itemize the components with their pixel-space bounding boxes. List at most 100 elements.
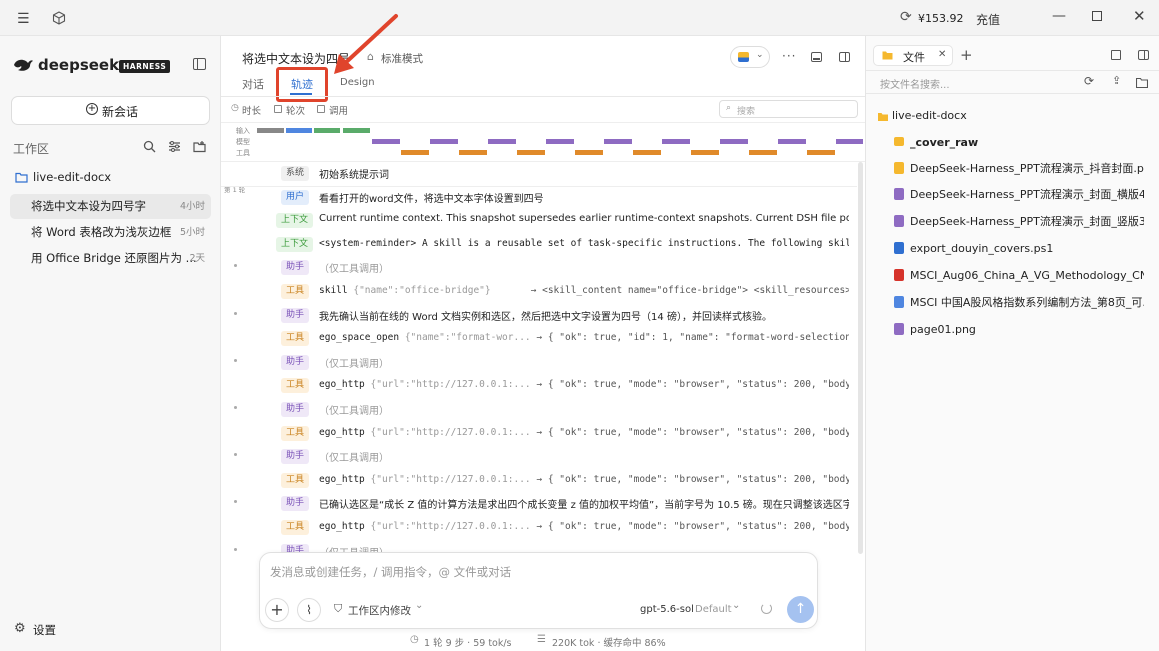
filter-calls[interactable]: 调用 <box>329 103 348 117</box>
trace-row-assistant[interactable]: 助手 （仅工具调用） <box>221 398 857 422</box>
trace-row-assistant[interactable]: 助手 （仅工具调用） <box>221 256 857 280</box>
trace-row-tool[interactable]: 工具 ego_http {"url":"http://127.0.0.1:...… <box>221 374 857 398</box>
shield-icon: ⛉ <box>334 602 343 615</box>
settings-link[interactable]: 设置 <box>33 622 56 638</box>
status-rounds: 1 轮 9 步 · 59 tok/s <box>424 638 512 649</box>
file-item[interactable]: DeepSeek-Harness_PPT流程演示_抖音封面.pptx <box>894 156 1144 182</box>
file-item[interactable]: MSCI 中国A股风格指数系列编制方法_第8页_可... <box>894 290 1144 316</box>
conversation-item-active[interactable]: 将选中文本设为四号字 4小时 <box>10 194 211 219</box>
pptx-file-icon <box>894 162 904 174</box>
tool-args: {"name":"office-bridge"} <box>353 285 491 296</box>
brand-badge: HARNESS <box>119 60 171 73</box>
panel-bottom-icon[interactable] <box>811 52 822 62</box>
minimize-icon[interactable]: — <box>1052 8 1066 24</box>
row-tag: 上下文 <box>276 213 314 229</box>
trace-row-context[interactable]: 上下文 Current runtime context. This snapsh… <box>221 209 857 233</box>
add-button[interactable]: + <box>265 598 289 622</box>
file-item[interactable]: DeepSeek-Harness_PPT流程演示_封面_横版4... <box>894 182 1144 208</box>
open-folder-icon[interactable] <box>1136 78 1148 88</box>
trace-row-assistant[interactable]: 助手 我先确认当前在线的 Word 文档实例和选区，然后把选中文字设置为四号（1… <box>221 304 857 328</box>
tab-conversation[interactable]: 对话 <box>242 76 264 92</box>
conversation-time: 2天 <box>189 253 205 264</box>
search-icon: ⌕ <box>726 103 732 113</box>
tool-name: ego_space_open <box>319 332 400 344</box>
new-folder-icon[interactable] <box>193 140 206 153</box>
file-name: MSCI_Aug06_China_A_VG_Methodology_CN.pdf <box>910 269 1144 282</box>
trace-row-assistant[interactable]: 助手 （仅工具调用） <box>221 540 857 552</box>
trace-row-tool[interactable]: 工具 ego_http {"url":"http://127.0.0.1:...… <box>221 469 857 493</box>
trace-list[interactable]: 第 1 轮 系统 初始系统提示词 用户 看看打开的word文件，将选中文本字体设… <box>221 162 857 552</box>
trace-search-input[interactable]: ⌕ 搜索 <box>719 100 858 118</box>
file-item[interactable]: page01.png <box>894 317 1144 343</box>
cube-icon[interactable] <box>52 11 66 25</box>
gear-icon[interactable]: ⚙ <box>14 621 26 636</box>
trace-row-tool[interactable]: 工具 ego_http {"url":"http://127.0.0.1:...… <box>221 422 857 446</box>
conversation-item[interactable]: 用 Office Bridge 还原图片为 ... 2天 <box>10 246 211 271</box>
trace-row-tool[interactable]: 工具 ego_http {"url":"http://127.0.0.1:...… <box>221 516 857 540</box>
folder-color-icon <box>738 52 749 62</box>
search-icon[interactable] <box>143 140 156 153</box>
trace-row-tool[interactable]: 工具 skill {"name":"office-bridge"} → <ski… <box>221 280 857 304</box>
filter-sliders-icon[interactable] <box>168 140 181 153</box>
sidebar-toggle-icon[interactable] <box>193 58 206 70</box>
message-input[interactable]: 发消息或创建任务，/ 调用指令，@ 文件或对话 <box>270 564 511 580</box>
tool-result: → { "ok": true, "mode": "browser", "stat… <box>536 521 849 532</box>
trace-row-user[interactable]: 用户 看看打开的word文件，将选中文本字体设置到四号 <box>221 186 857 210</box>
close-window-icon[interactable]: ✕ <box>1133 7 1146 25</box>
conversation-item[interactable]: 将 Word 表格改为浅灰边框 5小时 <box>10 220 211 245</box>
expand-icon[interactable] <box>1111 50 1121 60</box>
tool-result: → { "ok": true, "mode": "browser", "stat… <box>536 426 849 438</box>
send-button[interactable]: ↑ <box>787 596 814 623</box>
new-chat-button[interactable]: + 新会话 <box>11 96 210 125</box>
recharge-button[interactable]: 充值 <box>976 11 1000 28</box>
upload-icon[interactable]: ⇪ <box>1112 74 1121 87</box>
panel-right-icon[interactable] <box>839 52 850 62</box>
file-name: DeepSeek-Harness_PPT流程演示_抖音封面.pptx <box>910 162 1144 175</box>
tool-args: {"url":"http://127.0.0.1:... <box>370 473 531 485</box>
row-tag: 工具 <box>281 520 310 535</box>
more-icon[interactable]: ··· <box>782 49 796 63</box>
filter-duration[interactable]: 时长 <box>242 103 261 117</box>
model-selector[interactable]: gpt-5.6-sol <box>640 604 694 615</box>
trace-row-assistant[interactable]: 助手 （仅工具调用） <box>221 351 857 375</box>
file-item[interactable]: DeepSeek-Harness_PPT流程演示_封面_竖版3... <box>894 209 1144 235</box>
file-panel: 文件 ✕ + 按文件名搜索... ⟳ ⇪ live-edit-docx _cov… <box>865 36 1159 651</box>
row-tag: 工具 <box>281 472 310 488</box>
file-item-folder[interactable]: _cover_raw <box>894 130 1144 156</box>
pdf-file-icon <box>894 269 904 281</box>
row-tag: 上下文 <box>276 236 314 252</box>
speed-icon: ◷ <box>410 634 419 645</box>
row-tag: 助手 <box>281 307 310 323</box>
paperclip-icon[interactable]: ⌇ <box>297 598 321 622</box>
trace-scrollbar[interactable] <box>858 162 863 554</box>
workspace-label: 工作区 <box>13 142 50 156</box>
tab-files[interactable]: 文件 ✕ <box>873 45 953 66</box>
add-tab-icon[interactable]: + <box>960 46 973 64</box>
workspace-picker[interactable]: ⌄ <box>730 46 770 68</box>
row-tag: 助手 <box>281 260 310 276</box>
row-text: Current runtime context. This snapshot s… <box>319 213 849 225</box>
tool-name: skill <box>319 285 348 296</box>
scope-selector[interactable]: 工作区内修改 <box>348 603 411 618</box>
trace-row-system[interactable]: 系统 初始系统提示词 <box>221 162 857 186</box>
tool-args: {"url":"http://127.0.0.1:... <box>370 521 531 532</box>
trace-row-tool[interactable]: 工具 ego_space_open {"name":"format-wor...… <box>221 327 857 351</box>
refresh-icon[interactable]: ⟳ <box>900 9 912 25</box>
file-item[interactable]: MSCI_Aug06_China_A_VG_Methodology_CN.pdf <box>894 263 1144 289</box>
filter-rounds[interactable]: 轮次 <box>286 103 305 117</box>
file-item[interactable]: export_douyin_covers.ps1 <box>894 236 1144 262</box>
maximize-icon[interactable] <box>1092 11 1102 21</box>
trace-row-context[interactable]: 上下文 <system-reminder> A skill is a reusa… <box>221 233 857 257</box>
file-tree-root[interactable]: live-edit-docx <box>892 109 967 122</box>
menu-icon[interactable]: ☰ <box>17 11 30 27</box>
folder-icon <box>882 51 893 60</box>
trace-row-assistant[interactable]: 助手 （仅工具调用） <box>221 445 857 469</box>
timeline-label-input: 输入 <box>236 127 250 135</box>
workspace-folder[interactable]: live-edit-docx <box>33 170 111 184</box>
row-text: 已确认选区是“成长 Z 值的计算方法是求出四个成长变量 z 值的加权平均值”，当… <box>319 500 849 512</box>
tab-files-label: 文件 <box>903 51 925 64</box>
close-tab-icon[interactable]: ✕ <box>938 49 946 60</box>
trace-row-assistant[interactable]: 助手 已确认选区是“成长 Z 值的计算方法是求出四个成长变量 z 值的加权平均值… <box>221 492 857 516</box>
panel-right-icon[interactable] <box>1138 50 1149 60</box>
refresh-icon[interactable]: ⟳ <box>1084 74 1094 88</box>
